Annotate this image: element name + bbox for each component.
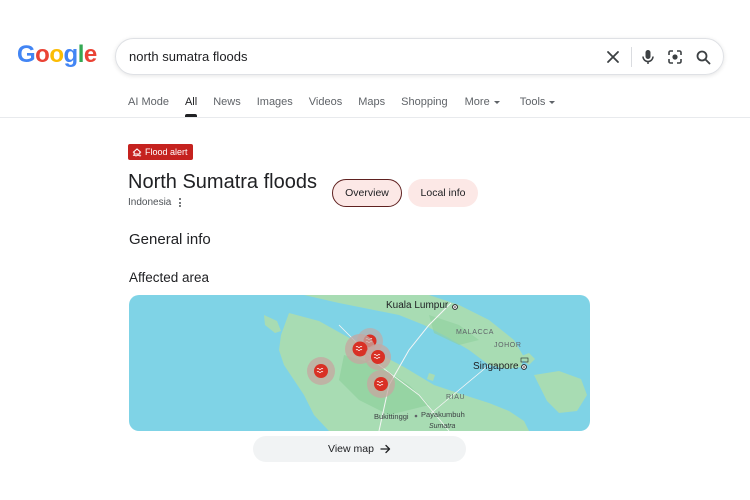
tab-more[interactable]: More <box>465 96 500 118</box>
tab-ai-mode[interactable]: AI Mode <box>128 96 169 118</box>
view-map-label: View map <box>328 443 374 455</box>
search-icon[interactable] <box>693 47 713 67</box>
tab-tools-label: Tools <box>519 96 546 108</box>
map-label-sumatra: Sumatra <box>429 423 456 430</box>
logo-letter: G <box>17 41 36 68</box>
affected-area-map[interactable]: Kuala Lumpur MALACCA JOHOR Singapore RIA… <box>129 295 590 431</box>
logo-letter: g <box>63 41 79 68</box>
map-label-payakumbuh: Payakumbuh <box>421 410 465 419</box>
logo-letter: e <box>83 41 97 68</box>
event-location: Indonesia <box>128 197 172 208</box>
map-label-riau: RIAU <box>446 394 466 401</box>
search-divider <box>631 47 632 67</box>
tabs-divider <box>0 117 750 118</box>
flood-marker[interactable] <box>307 357 335 385</box>
map-label-bukittinggi: Bukittinggi <box>374 412 409 421</box>
map-label-kuala-lumpur: Kuala Lumpur <box>386 300 449 311</box>
map-label-malacca: MALACCA <box>456 329 495 336</box>
flood-marker[interactable] <box>365 344 391 370</box>
general-info-heading: General info <box>129 231 211 248</box>
tab-maps[interactable]: Maps <box>358 96 385 118</box>
flood-marker[interactable] <box>367 370 395 398</box>
map-canvas <box>129 295 590 431</box>
tab-images[interactable]: Images <box>257 96 293 118</box>
event-subtitle: Indonesia <box>128 197 182 208</box>
tab-news[interactable]: News <box>213 96 241 118</box>
logo-letter: o <box>35 41 50 68</box>
overview-button[interactable]: Overview <box>332 179 402 207</box>
flood-alert-label: Flood alert <box>145 147 188 157</box>
lens-icon[interactable] <box>665 47 685 67</box>
tab-more-label: More <box>464 96 490 108</box>
more-options-icon[interactable] <box>179 198 182 207</box>
tab-all[interactable]: All <box>184 96 198 118</box>
logo-letter: o <box>49 41 64 68</box>
local-info-button[interactable]: Local info <box>408 179 478 207</box>
map-label-singapore: Singapore <box>473 361 519 372</box>
tab-tools[interactable]: Tools <box>520 96 556 118</box>
affected-area-heading: Affected area <box>129 270 210 285</box>
search-tabs: AI Mode All News Images Videos Maps Shop… <box>128 96 556 118</box>
flood-alert-badge: Flood alert <box>128 144 193 160</box>
map-label-johor: JOHOR <box>494 342 522 349</box>
arrow-right-icon <box>380 444 391 454</box>
google-logo[interactable]: Google <box>17 41 97 69</box>
event-title: North Sumatra floods <box>128 171 317 193</box>
microphone-icon[interactable] <box>638 47 658 67</box>
search-box[interactable]: north sumatra floods <box>115 38 724 75</box>
tab-videos[interactable]: Videos <box>309 96 342 118</box>
flood-house-icon <box>132 147 142 156</box>
view-map-button[interactable]: View map <box>253 436 466 462</box>
search-input[interactable]: north sumatra floods <box>129 49 248 64</box>
chevron-down-icon <box>549 100 556 104</box>
clear-icon[interactable] <box>603 47 623 67</box>
tab-shopping[interactable]: Shopping <box>401 96 448 118</box>
chevron-down-icon <box>493 100 500 104</box>
